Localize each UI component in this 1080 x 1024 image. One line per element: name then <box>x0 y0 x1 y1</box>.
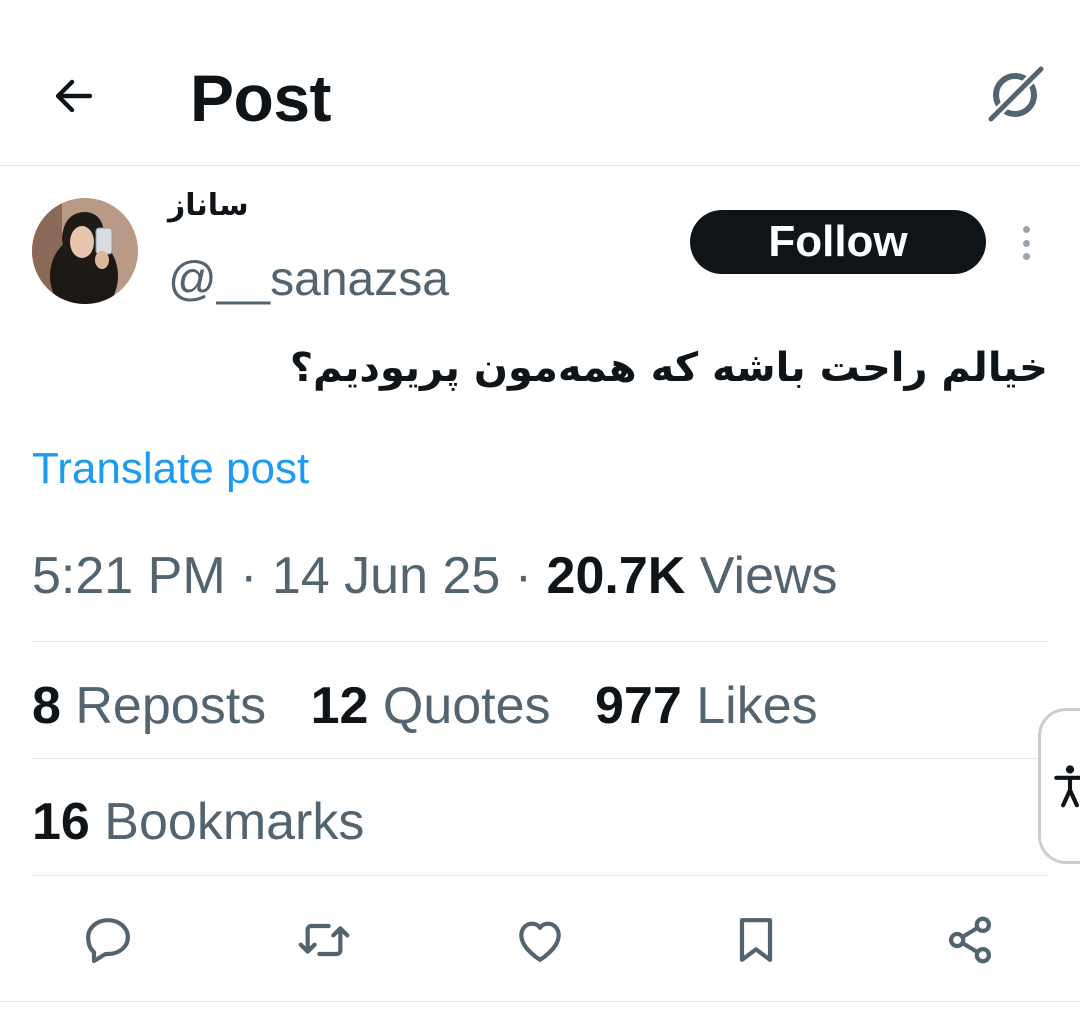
likes-count: 977 <box>595 677 682 735</box>
views-label: Views <box>699 547 838 605</box>
views-count: 20.7K <box>546 547 686 605</box>
post-date: 14 Jun 25 <box>271 547 501 605</box>
reposts-count: 8 <box>32 677 61 735</box>
engagement-stats: 8 Reposts 12 Quotes 977 Likes <box>32 676 848 736</box>
more-options-button[interactable] <box>1006 218 1046 268</box>
reply-button[interactable] <box>78 910 138 970</box>
page-title: Post <box>190 61 332 135</box>
action-bar <box>0 876 1080 1002</box>
quotes-label: Quotes <box>382 677 551 735</box>
meta-separator: · <box>514 547 533 605</box>
grok-button[interactable] <box>980 60 1050 130</box>
likes-label: Likes <box>696 677 818 735</box>
post-time: 5:21 PM <box>32 547 226 605</box>
more-dot <box>1022 239 1030 247</box>
user-handle[interactable]: @__sanazsa <box>168 252 449 307</box>
avatar-image <box>32 198 138 304</box>
quotes-stat[interactable]: 12 Quotes <box>311 677 551 735</box>
follow-button[interactable]: Follow <box>690 210 986 274</box>
like-icon <box>519 921 561 962</box>
post-text: خیالم راحت باشه که همه‌مون پریودیم؟ <box>289 345 1048 391</box>
bookmarks-label: Bookmarks <box>104 793 365 851</box>
repost-icon <box>298 923 350 957</box>
accessibility-button[interactable] <box>1038 708 1080 864</box>
more-dots-icon <box>1022 226 1030 233</box>
avatar[interactable] <box>32 198 138 304</box>
quotes-count: 12 <box>310 677 369 735</box>
share-button[interactable] <box>940 910 1000 970</box>
reposts-label: Reposts <box>75 677 267 735</box>
grok-icon <box>986 64 1046 124</box>
divider <box>32 641 1048 642</box>
like-button[interactable] <box>510 910 570 970</box>
post-meta: 5:21 PM · 14 Jun 25 · 20.7K Views <box>32 546 838 606</box>
bookmark-button[interactable] <box>726 910 786 970</box>
back-button[interactable] <box>44 66 104 126</box>
bookmark-icon <box>739 918 773 962</box>
repost-button[interactable] <box>294 910 354 970</box>
share-icon <box>949 916 991 964</box>
more-dot <box>1022 253 1030 260</box>
reply-icon <box>86 918 130 964</box>
translate-post-link[interactable]: Translate post <box>32 444 309 494</box>
display-name[interactable]: ساناز <box>168 188 249 223</box>
arrow-left-icon <box>55 79 93 113</box>
top-bar: Post <box>0 0 1080 166</box>
likes-stat[interactable]: 977 Likes <box>595 677 818 735</box>
bookmarks-count: 16 <box>32 793 90 851</box>
reposts-stat[interactable]: 8 Reposts <box>32 677 266 735</box>
divider <box>32 758 1048 759</box>
accessibility-icon <box>1053 765 1080 808</box>
meta-separator: · <box>240 547 258 605</box>
bookmarks-stat[interactable]: 16 Bookmarks <box>32 792 364 852</box>
